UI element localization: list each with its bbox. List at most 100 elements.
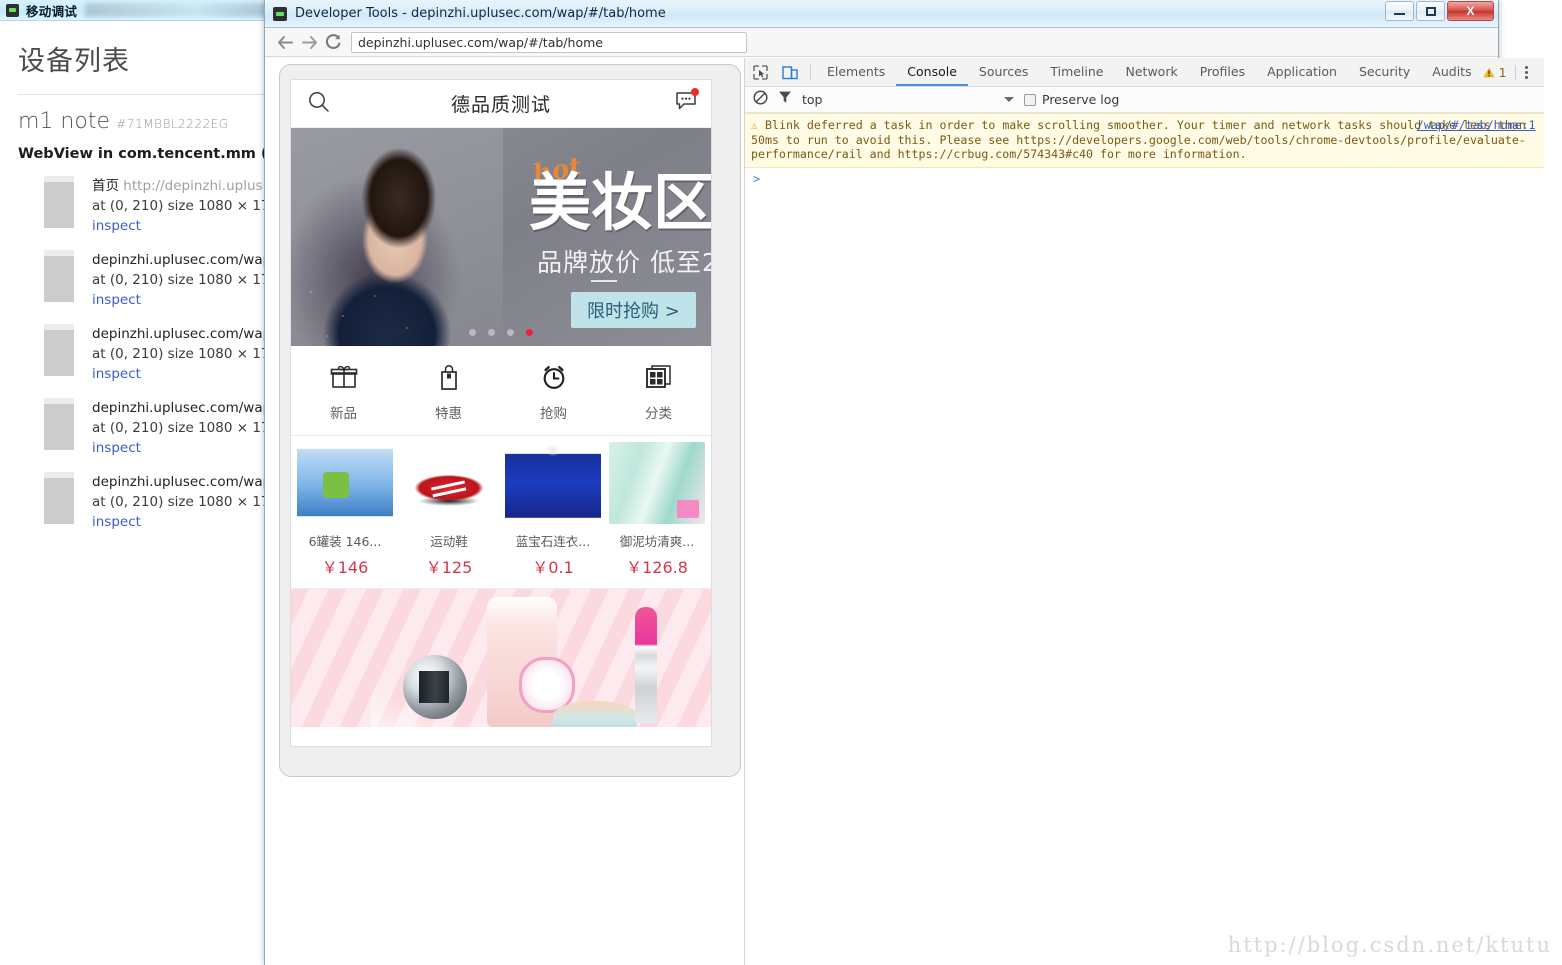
warning-triangle-icon <box>1482 67 1495 77</box>
tab-geometry: at (0, 210) size 1080 × 171 <box>92 346 279 362</box>
app-icon <box>6 3 19 17</box>
console-message-source-link[interactable]: /wap/#/tab/home:1 <box>1417 118 1536 133</box>
clear-console-button[interactable] <box>753 89 768 110</box>
developer-tools-window: Developer Tools - depinzhi.uplusec.com/w… <box>264 0 1544 965</box>
gift-icon <box>330 360 358 394</box>
product-grid: 6罐装 146... ￥146 运动鞋 ￥125 蓝宝石连衣... ￥0.1 御… <box>291 436 711 589</box>
tab-thumbnail <box>44 398 74 450</box>
carousel-dot[interactable] <box>488 329 495 336</box>
product-price: ￥125 <box>425 558 473 577</box>
product-name: 御泥坊清爽... <box>619 534 695 549</box>
chevron-down-icon[interactable] <box>1004 97 1014 102</box>
console-input[interactable] <box>766 172 1535 186</box>
quicknav-label: 抢购 <box>540 405 567 422</box>
carousel-dot-active[interactable] <box>526 329 533 336</box>
carousel-dot[interactable] <box>507 329 514 336</box>
inspect-link[interactable]: inspect <box>92 438 278 458</box>
milk-powder-image <box>297 442 393 524</box>
minimize-button[interactable] <box>1385 1 1414 21</box>
device-toolbar-button[interactable] <box>775 58 805 86</box>
device-name: m1 note <box>18 109 110 134</box>
minimize-icon <box>1394 13 1405 15</box>
devtools-tabstrip: Elements Console Sources Timeline Networ… <box>745 58 1544 87</box>
inspect-element-button[interactable] <box>745 58 775 86</box>
devtools-titlebar: Developer Tools - depinzhi.uplusec.com/w… <box>265 0 1498 28</box>
promo-carousel-banner[interactable]: hot 美妆区 品牌放价 低至2 限时抢购 > <box>291 128 711 346</box>
tab-geometry: at (0, 210) size 1080 × 171 <box>92 494 279 510</box>
back-button[interactable] <box>273 31 297 53</box>
background-app-title: 移动调试 <box>26 3 78 19</box>
quicknav-item-new[interactable]: 新品 <box>291 346 396 435</box>
forward-button[interactable] <box>297 31 321 53</box>
reload-button[interactable] <box>321 31 345 53</box>
quicknav-item-category[interactable]: 分类 <box>606 346 711 435</box>
product-card[interactable]: 运动鞋 ￥125 <box>399 442 499 578</box>
filter-button[interactable] <box>778 90 792 109</box>
carousel-dots[interactable] <box>469 329 533 336</box>
device-emulation-pane: 德品质测试 hot 美妆区 品牌放价 低至2 限时抢购 > 新品 特惠 抢购 分… <box>265 58 745 965</box>
banner-divider <box>591 280 617 282</box>
phone-frame: 德品质测试 hot 美妆区 品牌放价 低至2 限时抢购 > 新品 特惠 抢购 分… <box>279 64 741 777</box>
preserve-log-checkbox[interactable]: Preserve log <box>1024 92 1119 107</box>
product-price: ￥0.1 <box>532 558 574 577</box>
tab-thumbnail <box>44 176 74 228</box>
tab-audits[interactable]: Audits <box>1421 58 1482 86</box>
tab-url: depinzhi.uplusec.com/wap <box>92 474 272 490</box>
inspect-link[interactable]: inspect <box>92 512 278 532</box>
tab-application[interactable]: Application <box>1256 58 1348 86</box>
tab-sources[interactable]: Sources <box>968 58 1039 86</box>
alarm-clock-icon <box>540 360 568 394</box>
banner-main-text: 美妆区 <box>529 166 711 239</box>
console-warning-message[interactable]: ⚠ Blink deferred a task in order to make… <box>745 113 1544 168</box>
address-bar-value: depinzhi.uplusec.com/wap/#/tab/home <box>358 34 603 50</box>
reload-icon <box>325 34 341 49</box>
carousel-dot[interactable] <box>469 329 476 336</box>
quicknav-label: 新品 <box>330 405 357 422</box>
tab-network[interactable]: Network <box>1115 58 1189 86</box>
inspect-link[interactable]: inspect <box>92 290 278 310</box>
console-output[interactable]: ⚠ Blink deferred a task in order to make… <box>745 113 1544 965</box>
checkbox-box[interactable] <box>1024 93 1036 106</box>
quicknav-label: 特惠 <box>435 405 462 422</box>
banner-cta-button[interactable]: 限时抢购 > <box>571 292 696 328</box>
product-name: 蓝宝石连衣... <box>515 534 591 549</box>
tab-profiles[interactable]: Profiles <box>1189 58 1256 86</box>
cosmetics-promo-banner[interactable] <box>291 589 711 727</box>
tab-geometry: at (0, 210) size 1080 × 171 <box>92 420 279 436</box>
warning-count-badge[interactable]: 1 <box>1482 64 1516 80</box>
tab-geometry: at (0, 210) size 1080 × 171 <box>92 198 279 214</box>
kebab-menu-icon[interactable] <box>1516 65 1538 79</box>
cosmetics-set-image <box>609 442 705 524</box>
tab-thumbnail <box>44 324 74 376</box>
quicknav-item-deals[interactable]: 特惠 <box>396 346 501 435</box>
search-icon <box>309 91 329 112</box>
quicknav-item-flashsale[interactable]: 抢购 <box>501 346 606 435</box>
tab-timeline[interactable]: Timeline <box>1039 58 1114 86</box>
console-prompt[interactable]: > <box>745 168 1544 190</box>
search-button[interactable] <box>307 90 330 118</box>
device-toolbar-icon <box>782 65 798 79</box>
tabstrip-right-controls: 1 <box>1482 58 1544 86</box>
message-button[interactable] <box>675 88 699 116</box>
product-name: 6罐装 146... <box>308 534 382 549</box>
tab-elements[interactable]: Elements <box>816 58 896 86</box>
page-title: 德品质测试 <box>450 94 551 116</box>
close-button[interactable]: X <box>1447 1 1494 21</box>
filter-funnel-icon <box>779 91 791 103</box>
inspect-link[interactable]: inspect <box>92 364 278 384</box>
tab-security[interactable]: Security <box>1348 58 1421 86</box>
execution-context-selector[interactable]: top <box>802 92 994 107</box>
maximize-button[interactable] <box>1416 1 1445 21</box>
unread-badge-dot <box>691 88 699 96</box>
inspect-link[interactable]: inspect <box>92 216 278 236</box>
product-card[interactable]: 6罐装 146... ￥146 <box>295 442 395 578</box>
back-arrow-icon <box>277 35 293 49</box>
tab-url: depinzhi.uplusec.com/wap <box>92 400 272 416</box>
product-card[interactable]: 蓝宝石连衣... ￥0.1 <box>503 442 603 578</box>
address-bar[interactable]: depinzhi.uplusec.com/wap/#/tab/home <box>351 31 747 53</box>
tab-console[interactable]: Console <box>896 58 968 86</box>
tab-thumbnail <box>44 472 74 524</box>
console-filter-bar: top Preserve log <box>745 87 1544 113</box>
product-card[interactable]: 御泥坊清爽... ￥126.8 <box>607 442 707 578</box>
bag-icon <box>437 360 461 394</box>
